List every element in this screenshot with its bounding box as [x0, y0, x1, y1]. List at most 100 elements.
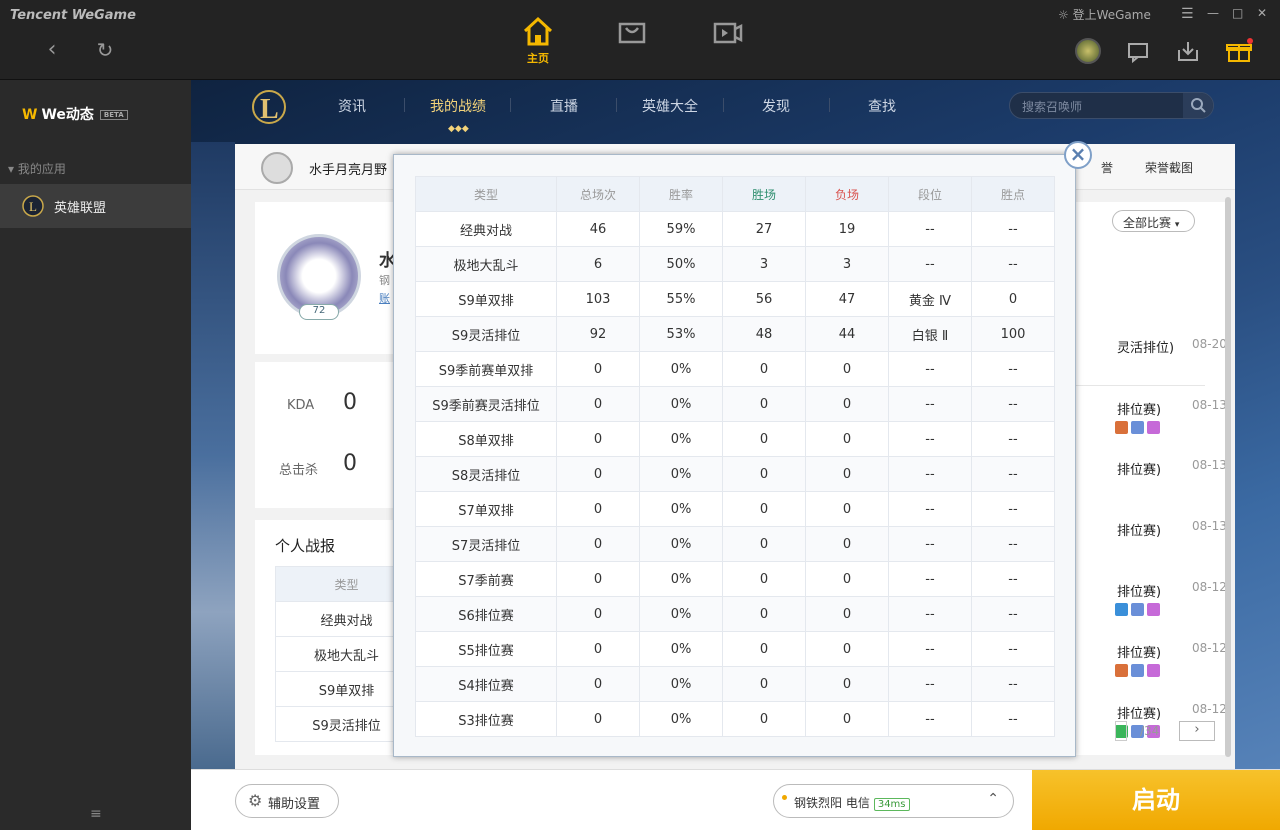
level-badge: 72 [299, 304, 339, 320]
table-row: S5排位赛 0 0% 0 0 -- -- [415, 631, 1055, 667]
svg-text:L: L [260, 94, 279, 125]
close-button[interactable]: ✕ [1257, 6, 1267, 20]
store-icon [607, 14, 657, 50]
lol-logo-icon: L [22, 195, 44, 217]
summoner-search-input[interactable]: 搜索召唤师 [1009, 92, 1214, 119]
refresh-button[interactable]: ↻ [93, 38, 117, 62]
table-cell: 44 [805, 316, 889, 352]
nav-search[interactable]: 查找 [868, 96, 896, 116]
table-cell: -- [888, 386, 972, 422]
gear-icon: ⚙ [248, 791, 263, 810]
table-cell: 0 [556, 596, 640, 632]
table-cell: S9灵活排位 [415, 316, 557, 352]
gift-icon[interactable] [1225, 38, 1253, 64]
match-date: 08-13 [1192, 398, 1227, 412]
table-row: S9单双排 103 55% 56 47 黄金 Ⅳ0 [415, 281, 1055, 317]
table-cell: 极地大乱斗 [415, 246, 557, 282]
match-date: 08-12 [1192, 702, 1227, 716]
table-cell: 0 [556, 386, 640, 422]
table-cell: 0 [805, 351, 889, 387]
tab-store[interactable] [607, 14, 657, 50]
table-row: S9季前赛灵活排位 0 0% 0 0 -- -- [415, 386, 1055, 422]
popup-close-button[interactable]: × [1064, 141, 1092, 169]
table-cell: -- [888, 701, 972, 737]
chevron-up-icon: ⌃ [987, 791, 999, 807]
table-cell: 0 [722, 561, 806, 597]
tab-home[interactable]: 主页 [513, 14, 563, 66]
table-cell: 0 [805, 596, 889, 632]
table-cell: 0 [805, 421, 889, 457]
minimize-button[interactable]: — [1207, 6, 1219, 20]
home-icon [513, 14, 563, 50]
menu-icon[interactable]: ☰ [1181, 6, 1194, 22]
avatar[interactable] [1075, 38, 1101, 64]
table-cell: 0 [805, 491, 889, 527]
table-cell: -- [888, 631, 972, 667]
table-cell: -- [888, 561, 972, 597]
table-cell: -- [888, 421, 972, 457]
sidebar-section[interactable]: ▾ 我的应用 [8, 160, 66, 177]
col-wins: 胜场 [722, 176, 806, 212]
table-cell: 0 [722, 386, 806, 422]
scrollbar[interactable] [1225, 197, 1231, 757]
nav-discover[interactable]: 发现 [762, 96, 790, 116]
assist-settings-button[interactable]: ⚙ 辅助设置 [235, 784, 339, 818]
tab-home-label: 主页 [527, 52, 549, 65]
table-row: S6排位赛 0 0% 0 0 -- -- [415, 596, 1055, 632]
svg-text:L: L [29, 199, 37, 214]
table-cell: -- [971, 246, 1055, 282]
server-select[interactable]: 钢铁烈阳 电信 34ms ⌃ [773, 784, 1014, 818]
tab-video[interactable] [702, 14, 752, 50]
nav-news[interactable]: 资讯 [338, 96, 366, 116]
table-cell: -- [888, 456, 972, 492]
table-cell: -- [971, 211, 1055, 247]
table-cell: 6 [556, 246, 640, 282]
summoner-name: 水手月亮月野 [309, 163, 388, 178]
kda-value: 0 [343, 390, 357, 415]
search-button[interactable] [1183, 93, 1213, 118]
bottom-bar: ⚙ 辅助设置 钢铁烈阳 电信 34ms ⌃ 启动 [191, 769, 1280, 830]
status-dot-icon [782, 795, 787, 800]
back-button[interactable]: ‹ [40, 38, 64, 62]
table-cell: 0 [971, 281, 1055, 317]
table-cell: S9季前赛单双排 [415, 351, 557, 387]
table-cell: 0 [805, 666, 889, 702]
nav-heroes[interactable]: 英雄大全 [642, 96, 698, 116]
table-row: S9灵活排位 92 53% 48 44 白银 Ⅱ 100 [415, 316, 1055, 352]
match-filter-select[interactable]: 全部比赛 ▾ [1112, 210, 1195, 232]
maximize-button[interactable]: □ [1232, 6, 1243, 20]
table-cell: 53% [639, 316, 723, 352]
account-link[interactable]: 账 [379, 290, 390, 306]
table-cell: -- [971, 351, 1055, 387]
table-cell: S4排位赛 [415, 666, 557, 702]
col-total: 总场次 [556, 176, 640, 212]
stats-popup: 类型 总场次 胜率 胜场 负场 段位 胜点 经典对战 46 59% 27 19 -- -- 极… [393, 154, 1076, 757]
page-input[interactable] [1115, 721, 1127, 741]
kda-label: KDA [287, 398, 315, 413]
table-cell: 0 [722, 631, 806, 667]
table-row: S9季前赛单双排 0 0% 0 0 -- -- [415, 351, 1055, 387]
next-page-button[interactable]: › [1179, 721, 1215, 741]
tab-honor-screenshot[interactable]: 荣誉截图 [1145, 159, 1193, 176]
table-row: S4排位赛 0 0% 0 0 -- -- [415, 666, 1055, 702]
table-cell: 0% [639, 701, 723, 737]
chat-icon[interactable] [1126, 38, 1152, 64]
personal-title: 个人战报 [275, 537, 336, 555]
login-link[interactable]: ☼ 登上WeGame [1058, 6, 1151, 23]
table-cell: 白银 Ⅱ [888, 316, 972, 352]
nav-live[interactable]: 直播 [550, 96, 578, 116]
col-rank: 段位 [888, 176, 972, 212]
table-cell: 46 [556, 211, 640, 247]
download-icon[interactable] [1175, 38, 1201, 64]
nav-my-record[interactable]: 我的战绩 [430, 96, 486, 116]
table-cell: 0 [722, 421, 806, 457]
tab-honor[interactable]: 誉 [1101, 159, 1113, 176]
table-cell: -- [888, 491, 972, 527]
sidebar-menu-icon[interactable]: ≡ [90, 806, 102, 822]
lol-logo: L [251, 86, 287, 128]
sidebar-item-lol[interactable]: L 英雄联盟 [0, 184, 191, 228]
launch-button[interactable]: 启动 [1032, 770, 1280, 830]
table-row: 极地大乱斗 6 50% 3 3 -- -- [415, 246, 1055, 282]
table-cell: S6排位赛 [415, 596, 557, 632]
ping-badge: 34ms [873, 798, 910, 811]
